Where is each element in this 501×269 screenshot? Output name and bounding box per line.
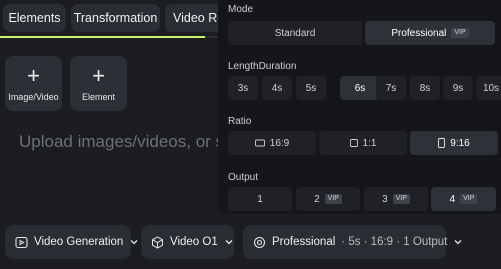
vip-badge: VIP [460, 194, 478, 204]
output-option-label: 2 [314, 193, 320, 205]
upload-placeholder-text: Upload images/videos, or s [19, 132, 225, 151]
plus-icon: + [27, 62, 40, 88]
duration-option-4s[interactable]: 4s [262, 76, 292, 100]
duration-option-8s[interactable]: 8s [410, 76, 440, 100]
tab-elements[interactable]: Elements [3, 4, 66, 32]
ratio-option-16-9[interactable]: 16:9 [228, 131, 316, 155]
add-element-tile[interactable]: + Element [70, 56, 127, 111]
upload-image-video-label: Image/Video [8, 91, 59, 102]
model-dropdown[interactable]: Video O1 [141, 225, 234, 259]
plus-icon: + [92, 62, 105, 88]
duration-option-label: 9s [452, 82, 464, 94]
upload-image-video-tile[interactable]: + Image/Video [5, 56, 62, 111]
duration-option-label: 4s [271, 82, 283, 94]
output-option-label: 3 [382, 193, 388, 205]
duration-option-label: 8s [419, 82, 431, 94]
output-option-3[interactable]: 3 VIP [364, 187, 428, 211]
model-cube-icon [152, 235, 163, 249]
chevron-down-icon [225, 240, 233, 245]
output-label: Output [228, 172, 259, 183]
settings-mode-label: Professional [272, 236, 336, 248]
vip-badge: VIP [392, 194, 410, 204]
ratio-option-9-16[interactable]: 9:16 [410, 131, 498, 155]
portrait-ratio-icon [438, 138, 446, 148]
ratio-option-label: 16:9 [269, 137, 290, 149]
mode-segmented-control: Standard Professional VIP [228, 21, 495, 45]
generation-mode-label: Video Generation [34, 236, 124, 248]
tab-video-reference[interactable]: Video Re [165, 4, 218, 32]
ratio-segmented-control: 16:9 1:1 9:16 [228, 131, 498, 155]
vip-badge: VIP [324, 194, 342, 204]
settings-summary-label: · 5s · 16:9 · 1 Output [341, 236, 448, 248]
chevron-down-icon [454, 240, 462, 245]
ratio-option-label: 1:1 [362, 137, 377, 149]
generation-settings-panel: Mode Standard Professional VIP LengthDur… [218, 0, 501, 214]
video-generation-icon [15, 236, 28, 248]
tab-active-indicator [0, 36, 205, 38]
duration-option-label: 10s [482, 82, 500, 94]
output-option-label: 4 [449, 193, 456, 205]
tab-video-reference-label: Video Re [173, 11, 218, 25]
duration-segmented-control: 3s 4s 5s 6s 7s 8s 9s 10s [228, 76, 501, 100]
mode-option-professional[interactable]: Professional VIP [365, 21, 495, 45]
duration-option-label: 6s [354, 82, 366, 94]
duration-label: LengthDuration [228, 61, 297, 72]
settings-dropdown[interactable]: Professional · 5s · 16:9 · 1 Output [243, 225, 462, 259]
chevron-down-icon [130, 240, 138, 245]
duration-option-7s[interactable]: 7s [376, 76, 406, 100]
tab-transformation[interactable]: Transformation [71, 4, 160, 32]
output-option-label: 1 [257, 193, 263, 205]
duration-option-label: 3s [237, 82, 249, 94]
mode-option-standard[interactable]: Standard [228, 21, 362, 45]
duration-option-6s[interactable]: 6s [340, 76, 380, 100]
ratio-option-label: 9:16 [450, 137, 470, 149]
output-option-2[interactable]: 2 VIP [296, 187, 360, 211]
square-ratio-icon [349, 139, 358, 147]
mode-label: Mode [228, 4, 254, 15]
settings-ring-icon [253, 236, 266, 248]
duration-option-10s[interactable]: 10s [476, 76, 501, 100]
ratio-label: Ratio [228, 116, 252, 127]
landscape-ratio-icon [254, 139, 265, 147]
duration-option-9s[interactable]: 9s [443, 76, 473, 100]
output-option-4[interactable]: 4 VIP [431, 187, 496, 211]
duration-option-label: 7s [385, 82, 397, 94]
ratio-option-1-1[interactable]: 1:1 [319, 131, 407, 155]
duration-option-3s[interactable]: 3s [228, 76, 258, 100]
tab-transformation-label: Transformation [73, 11, 158, 25]
add-element-label: Element [81, 91, 116, 102]
vip-badge: VIP [451, 28, 469, 38]
tab-elements-label: Elements [8, 11, 61, 25]
duration-option-5s[interactable]: 5s [296, 76, 326, 100]
output-segmented-control: 1 2 VIP 3 VIP 4 VIP [228, 187, 496, 211]
mode-option-standard-label: Standard [274, 27, 316, 39]
duration-option-label: 5s [305, 82, 317, 94]
mode-option-professional-label: Professional [391, 27, 447, 39]
output-option-1[interactable]: 1 [228, 187, 292, 211]
generation-mode-dropdown[interactable]: Video Generation [5, 225, 138, 259]
model-label: Video O1 [170, 236, 218, 248]
